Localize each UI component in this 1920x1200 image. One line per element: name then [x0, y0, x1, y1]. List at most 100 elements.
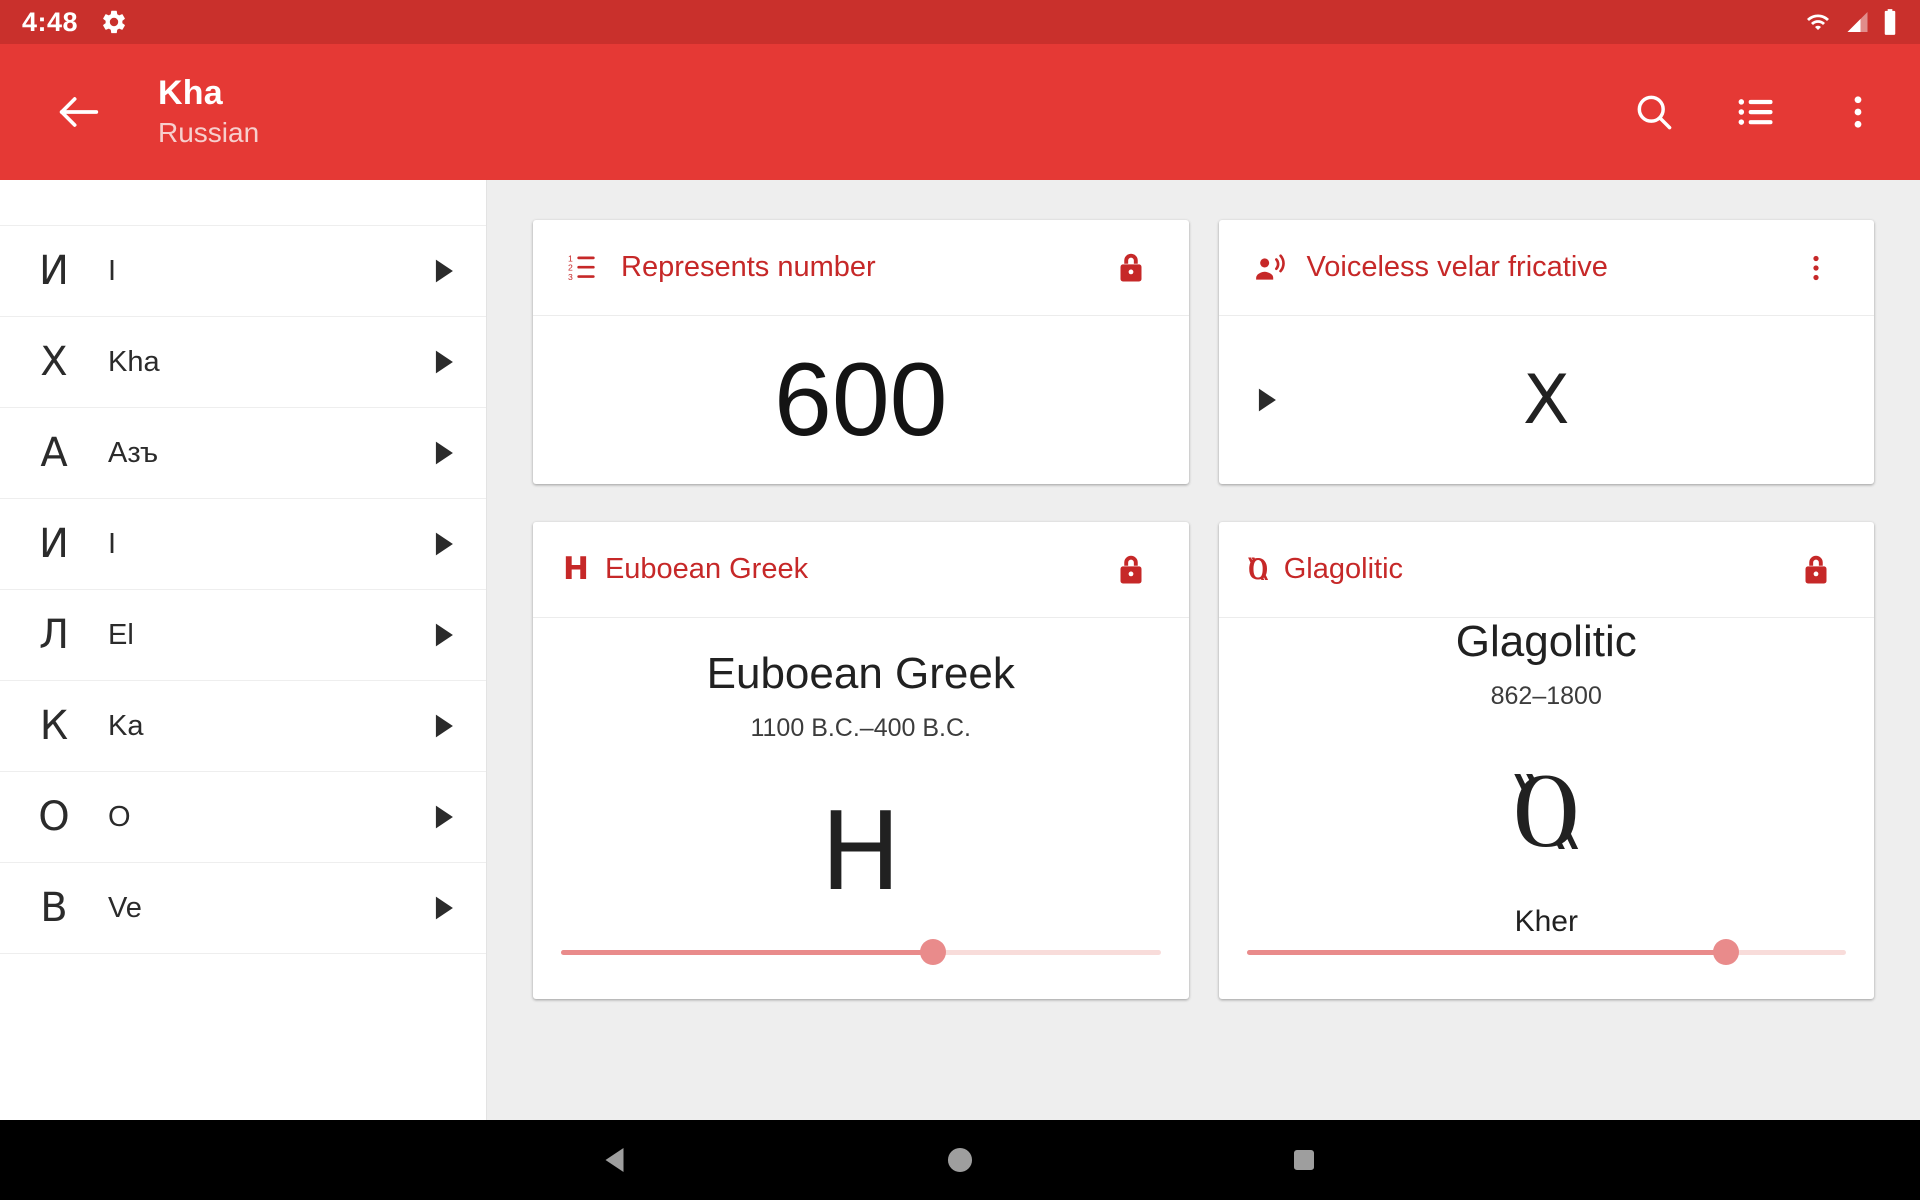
card-glagolitic: Ⱒ Glagolitic Glagolitic 862–1800 Ⱒ Kher	[1218, 522, 1875, 1000]
card-header: Ⱒ Glagolitic	[1218, 522, 1874, 618]
page-subtitle: Russian	[158, 116, 260, 148]
card-euboean-greek: H Euboean Greek Euboean Greek 1100 B.C.–…	[533, 522, 1189, 1000]
letter-list-sidebar[interactable]: И I Х Kha А Азъ И I Л El К Ka О O В Ve	[0, 180, 487, 1120]
card-represents-number: 1 2 3 Represents number 600	[533, 220, 1189, 484]
list-item-label: Ve	[108, 891, 142, 924]
nav-recents-icon	[1288, 1144, 1320, 1176]
list-button[interactable]	[1728, 84, 1784, 140]
script-date-range: 1100 B.C.–400 B.C.	[750, 714, 971, 743]
status-bar-right	[1803, 8, 1898, 36]
lock-icon[interactable]	[1107, 244, 1155, 292]
lock-icon[interactable]	[1792, 546, 1840, 594]
card-title: Glagolitic	[1283, 553, 1404, 585]
list-item[interactable]: Х Kha	[0, 317, 486, 408]
numbered-list-icon: 1 2 3	[563, 252, 605, 284]
slider-container	[1219, 939, 1875, 999]
battery-icon	[1882, 8, 1898, 36]
card-title: Voiceless velar fricative	[1306, 251, 1608, 283]
overflow-menu-icon	[1836, 90, 1880, 134]
back-button[interactable]	[48, 81, 110, 143]
slider-fill	[1246, 949, 1727, 955]
timeline-slider[interactable]	[561, 939, 1161, 966]
list-item-label: I	[108, 527, 117, 560]
arrow-back-icon	[53, 86, 105, 138]
play-arrow-icon[interactable]	[426, 345, 460, 379]
list-item[interactable]: И I	[0, 226, 486, 317]
list-item-glyph: О	[38, 794, 70, 840]
play-arrow-icon[interactable]	[426, 254, 460, 288]
play-arrow-icon[interactable]	[426, 618, 460, 652]
list-item-label: I	[108, 254, 117, 287]
cell-signal-icon	[1844, 10, 1871, 34]
nav-home-button[interactable]	[928, 1132, 992, 1188]
lock-icon[interactable]	[1107, 546, 1155, 594]
euboean-greek-header-glyph: H	[563, 551, 589, 587]
search-button[interactable]	[1626, 84, 1682, 140]
overflow-menu-button[interactable]	[1830, 84, 1886, 140]
search-icon	[1632, 90, 1676, 134]
card-body: Euboean Greek 1100 B.C.–400 B.C. H	[533, 618, 1189, 939]
script-glyph: H	[820, 790, 902, 916]
nav-recents-button[interactable]	[1272, 1132, 1336, 1188]
list-item-label: Ka	[108, 709, 144, 742]
wifi-icon	[1803, 10, 1833, 34]
record-voice-over-icon	[1249, 252, 1291, 284]
list-item[interactable]: О O	[0, 772, 486, 863]
list-item-glyph: Х	[40, 339, 68, 385]
list-item[interactable]: В Ve	[0, 863, 486, 954]
slider-container	[533, 939, 1189, 999]
card-body: Х	[1219, 316, 1875, 484]
app-screen: 4:48 Kha Russian И I Х Kha А Азъ И I Л E…	[0, 0, 1920, 1200]
app-bar-actions	[1626, 84, 1886, 140]
script-glyph-label: Kher	[1514, 905, 1578, 939]
list-item-label: Kha	[108, 345, 160, 378]
gear-icon	[100, 8, 128, 36]
card-body: Glagolitic 862–1800 Ⱒ Kher	[1219, 617, 1875, 939]
glagolitic-header-glyph: Ⱒ	[1248, 551, 1268, 587]
script-name: Glagolitic	[1455, 617, 1637, 666]
list-item-glyph: В	[40, 885, 68, 931]
cards-grid: 1 2 3 Represents number 600 Voiceless ve…	[487, 180, 1920, 1120]
list-item[interactable]: Л El	[0, 590, 486, 681]
status-bar: 4:48	[0, 0, 1920, 44]
slider-thumb[interactable]	[1713, 939, 1740, 966]
play-arrow-icon[interactable]	[426, 436, 460, 470]
status-bar-left: 4:48	[22, 7, 128, 38]
card-header: Voiceless velar fricative	[1218, 220, 1874, 316]
card-title: Euboean Greek	[604, 553, 809, 585]
system-nav-bar	[0, 1120, 1920, 1200]
list-item-glyph: Л	[38, 612, 70, 658]
card-header: H Euboean Greek	[533, 522, 1189, 618]
play-arrow-icon[interactable]	[426, 527, 460, 561]
card-header: 1 2 3 Represents number	[533, 220, 1189, 316]
app-bar: Kha Russian	[0, 44, 1920, 180]
list-item-glyph: А	[40, 430, 68, 476]
list-item[interactable]: И I	[0, 499, 486, 590]
phonetic-letter: Х	[1522, 360, 1570, 440]
play-arrow-icon[interactable]	[426, 709, 460, 743]
list-icon	[1734, 90, 1778, 134]
list-item-glyph: И	[39, 521, 69, 567]
slider-fill	[561, 949, 933, 955]
slider-thumb[interactable]	[919, 939, 946, 966]
list-item[interactable]: К Ka	[0, 681, 486, 772]
svg-text:3: 3	[568, 272, 573, 282]
list-item[interactable]	[0, 180, 486, 226]
script-glyph: Ⱒ	[1512, 748, 1580, 874]
card-body: 600	[533, 316, 1189, 484]
content-area: И I Х Kha А Азъ И I Л El К Ka О O В Ve 1…	[0, 180, 1920, 1120]
timeline-slider[interactable]	[1246, 939, 1846, 966]
list-item-glyph: И	[39, 248, 69, 294]
card-voiceless-velar-fricative: Voiceless velar fricative Х	[1218, 220, 1875, 484]
list-item-label: Азъ	[108, 436, 159, 469]
play-arrow-icon[interactable]	[426, 891, 460, 925]
list-item-glyph: К	[39, 703, 69, 749]
play-arrow-icon[interactable]	[1249, 383, 1283, 417]
page-title: Kha	[158, 73, 223, 112]
nav-back-button[interactable]	[584, 1132, 648, 1188]
overflow-menu-icon[interactable]	[1792, 244, 1840, 292]
play-arrow-icon[interactable]	[426, 800, 460, 834]
status-clock: 4:48	[22, 6, 79, 37]
list-item[interactable]: А Азъ	[0, 408, 486, 499]
list-item-label: El	[108, 618, 134, 651]
